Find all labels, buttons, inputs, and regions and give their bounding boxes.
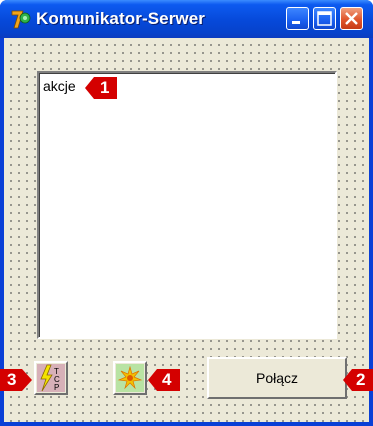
window-title: Komunikator-Serwer [36,9,206,28]
maximize-button[interactable] [313,7,336,30]
callout-marker-1: 1 [85,77,127,99]
close-icon [345,12,358,25]
minimize-button[interactable] [286,7,309,30]
close-button[interactable] [340,7,363,30]
minimize-icon [292,21,300,24]
connect-button[interactable]: Połącz [207,357,347,399]
actions-memo[interactable]: akcje [37,71,337,339]
lightning-tcp-icon: T C P [37,364,65,392]
server-start-button[interactable]: T C P [34,361,68,395]
app-icon [11,10,31,29]
form-client-area: akcje T C P Połącz [4,38,369,422]
app-window: Komunikator-Serwer akcje T C P Połącz [0,0,373,426]
callout-marker-3: 3 [0,369,32,391]
memo-line: akcje [43,78,76,94]
server-signal-button[interactable] [113,361,147,395]
burst-icon [116,364,144,392]
title-bar[interactable]: Komunikator-Serwer [0,0,373,38]
svg-text:P: P [54,383,59,392]
maximize-icon [317,11,332,26]
callout-marker-4: 4 [148,369,180,391]
callout-marker-2: 2 [343,369,373,391]
